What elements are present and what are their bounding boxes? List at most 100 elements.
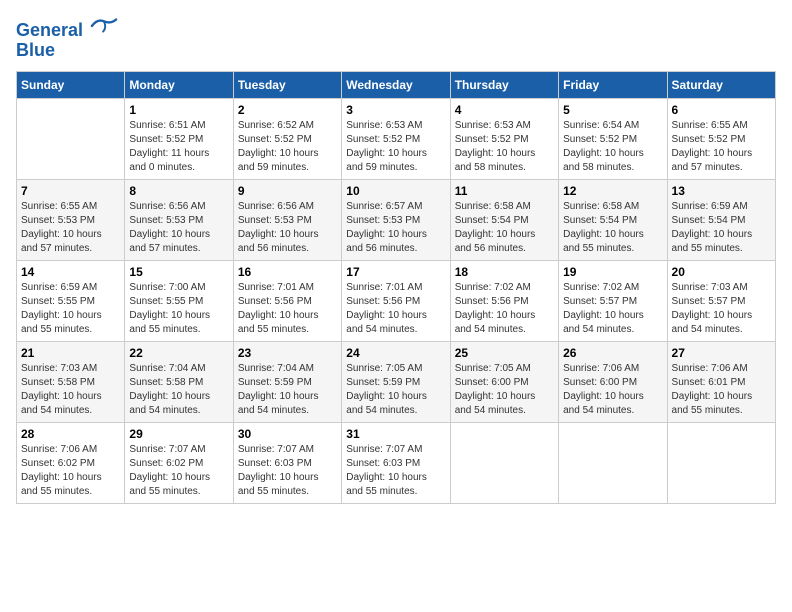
day-number: 4	[455, 103, 554, 117]
day-info: Sunrise: 6:58 AM Sunset: 5:54 PM Dayligh…	[563, 200, 662, 256]
day-info: Sunrise: 7:01 AM Sunset: 5:56 PM Dayligh…	[238, 281, 337, 337]
day-info: Sunrise: 7:02 AM Sunset: 5:56 PM Dayligh…	[455, 281, 554, 337]
calendar-cell: 10 Sunrise: 6:57 AM Sunset: 5:53 PM Dayli…	[342, 179, 450, 260]
day-number: 18	[455, 265, 554, 279]
calendar-cell: 26Sunrise: 7:06 AM Sunset: 6:00 PM Dayli…	[559, 341, 667, 422]
calendar-cell: 7 Sunrise: 6:55 AM Sunset: 5:53 PM Daylig…	[17, 179, 125, 260]
week-row-1: 1 Sunrise: 6:51 AM Sunset: 5:52 PM Daylig…	[17, 98, 776, 179]
week-row-2: 7 Sunrise: 6:55 AM Sunset: 5:53 PM Daylig…	[17, 179, 776, 260]
day-number: 2	[238, 103, 337, 117]
day-number: 9	[238, 184, 337, 198]
calendar-cell: 14Sunrise: 6:59 AM Sunset: 5:55 PM Dayli…	[17, 260, 125, 341]
day-info: Sunrise: 6:59 AM Sunset: 5:54 PM Dayligh…	[672, 200, 771, 256]
day-info: Sunrise: 7:06 AM Sunset: 6:01 PM Dayligh…	[672, 362, 771, 418]
calendar-cell	[17, 98, 125, 179]
day-info: Sunrise: 7:01 AM Sunset: 5:56 PM Dayligh…	[346, 281, 445, 337]
calendar-cell: 22 Sunrise: 7:04 AM Sunset: 5:58 PM Dayli…	[125, 341, 233, 422]
calendar-cell	[559, 422, 667, 503]
logo: General Blue	[16, 16, 118, 61]
calendar-cell: 9 Sunrise: 6:56 AM Sunset: 5:53 PM Daylig…	[233, 179, 341, 260]
weekday-header-saturday: Saturday	[667, 71, 775, 98]
day-info: Sunrise: 7:07 AM Sunset: 6:03 PM Dayligh…	[238, 443, 337, 499]
day-number: 7	[21, 184, 120, 198]
day-info: Sunrise: 6:53 AM Sunset: 5:52 PM Dayligh…	[455, 119, 554, 175]
calendar-cell: 8Sunrise: 6:56 AM Sunset: 5:53 PM Daylig…	[125, 179, 233, 260]
weekday-header-wednesday: Wednesday	[342, 71, 450, 98]
weekday-header-friday: Friday	[559, 71, 667, 98]
week-row-4: 21 Sunrise: 7:03 AM Sunset: 5:58 PM Dayli…	[17, 341, 776, 422]
calendar-cell: 31 Sunrise: 7:07 AM Sunset: 6:03 PM Dayli…	[342, 422, 450, 503]
calendar-cell: 4 Sunrise: 6:53 AM Sunset: 5:52 PM Daylig…	[450, 98, 558, 179]
calendar-cell: 17 Sunrise: 7:01 AM Sunset: 5:56 PM Dayli…	[342, 260, 450, 341]
day-info: Sunrise: 6:55 AM Sunset: 5:53 PM Dayligh…	[21, 200, 120, 256]
day-number: 26	[563, 346, 662, 360]
calendar-cell: 21 Sunrise: 7:03 AM Sunset: 5:58 PM Dayli…	[17, 341, 125, 422]
calendar-cell: 29 Sunrise: 7:07 AM Sunset: 6:02 PM Dayli…	[125, 422, 233, 503]
day-info: Sunrise: 7:03 AM Sunset: 5:58 PM Dayligh…	[21, 362, 120, 418]
day-number: 3	[346, 103, 445, 117]
logo-text: General	[16, 16, 118, 41]
day-number: 31	[346, 427, 445, 441]
calendar-cell	[450, 422, 558, 503]
day-info: Sunrise: 6:57 AM Sunset: 5:53 PM Dayligh…	[346, 200, 445, 256]
day-number: 12	[563, 184, 662, 198]
day-number: 29	[129, 427, 228, 441]
day-number: 16	[238, 265, 337, 279]
day-number: 5	[563, 103, 662, 117]
day-info: Sunrise: 6:59 AM Sunset: 5:55 PM Dayligh…	[21, 281, 120, 337]
day-info: Sunrise: 6:53 AM Sunset: 5:52 PM Dayligh…	[346, 119, 445, 175]
calendar-cell: 28 Sunrise: 7:06 AM Sunset: 6:02 PM Dayli…	[17, 422, 125, 503]
day-info: Sunrise: 7:07 AM Sunset: 6:03 PM Dayligh…	[346, 443, 445, 499]
day-number: 13	[672, 184, 771, 198]
weekday-header-row: SundayMondayTuesdayWednesdayThursdayFrid…	[17, 71, 776, 98]
week-row-5: 28 Sunrise: 7:06 AM Sunset: 6:02 PM Dayli…	[17, 422, 776, 503]
weekday-header-tuesday: Tuesday	[233, 71, 341, 98]
day-number: 23	[238, 346, 337, 360]
day-info: Sunrise: 6:56 AM Sunset: 5:53 PM Dayligh…	[238, 200, 337, 256]
calendar-cell: 6 Sunrise: 6:55 AM Sunset: 5:52 PM Daylig…	[667, 98, 775, 179]
day-number: 6	[672, 103, 771, 117]
day-number: 10	[346, 184, 445, 198]
day-number: 28	[21, 427, 120, 441]
calendar-cell: 2 Sunrise: 6:52 AM Sunset: 5:52 PM Daylig…	[233, 98, 341, 179]
day-info: Sunrise: 6:54 AM Sunset: 5:52 PM Dayligh…	[563, 119, 662, 175]
day-info: Sunrise: 6:52 AM Sunset: 5:52 PM Dayligh…	[238, 119, 337, 175]
logo-general: General	[16, 20, 83, 40]
day-number: 1	[129, 103, 228, 117]
logo-bird-icon	[90, 16, 118, 36]
day-info: Sunrise: 7:03 AM Sunset: 5:57 PM Dayligh…	[672, 281, 771, 337]
calendar-cell: 12 Sunrise: 6:58 AM Sunset: 5:54 PM Dayli…	[559, 179, 667, 260]
calendar-cell: 20 Sunrise: 7:03 AM Sunset: 5:57 PM Dayli…	[667, 260, 775, 341]
calendar-cell: 15Sunrise: 7:00 AM Sunset: 5:55 PM Dayli…	[125, 260, 233, 341]
calendar-cell: 16 Sunrise: 7:01 AM Sunset: 5:56 PM Dayli…	[233, 260, 341, 341]
week-row-3: 14Sunrise: 6:59 AM Sunset: 5:55 PM Dayli…	[17, 260, 776, 341]
calendar-cell: 13 Sunrise: 6:59 AM Sunset: 5:54 PM Dayli…	[667, 179, 775, 260]
weekday-header-sunday: Sunday	[17, 71, 125, 98]
day-info: Sunrise: 6:51 AM Sunset: 5:52 PM Dayligh…	[129, 119, 228, 175]
day-number: 17	[346, 265, 445, 279]
day-number: 22	[129, 346, 228, 360]
day-info: Sunrise: 7:04 AM Sunset: 5:58 PM Dayligh…	[129, 362, 228, 418]
day-info: Sunrise: 7:02 AM Sunset: 5:57 PM Dayligh…	[563, 281, 662, 337]
day-info: Sunrise: 7:04 AM Sunset: 5:59 PM Dayligh…	[238, 362, 337, 418]
calendar-cell: 1 Sunrise: 6:51 AM Sunset: 5:52 PM Daylig…	[125, 98, 233, 179]
calendar-cell	[667, 422, 775, 503]
day-number: 8	[129, 184, 228, 198]
calendar-cell: 30Sunrise: 7:07 AM Sunset: 6:03 PM Dayli…	[233, 422, 341, 503]
day-info: Sunrise: 6:55 AM Sunset: 5:52 PM Dayligh…	[672, 119, 771, 175]
calendar-table: SundayMondayTuesdayWednesdayThursdayFrid…	[16, 71, 776, 504]
day-info: Sunrise: 7:07 AM Sunset: 6:02 PM Dayligh…	[129, 443, 228, 499]
calendar-cell: 3 Sunrise: 6:53 AM Sunset: 5:52 PM Daylig…	[342, 98, 450, 179]
day-info: Sunrise: 7:06 AM Sunset: 6:02 PM Dayligh…	[21, 443, 120, 499]
weekday-header-monday: Monday	[125, 71, 233, 98]
day-info: Sunrise: 6:58 AM Sunset: 5:54 PM Dayligh…	[455, 200, 554, 256]
day-number: 19	[563, 265, 662, 279]
day-number: 27	[672, 346, 771, 360]
header: General Blue	[16, 16, 776, 61]
weekday-header-thursday: Thursday	[450, 71, 558, 98]
calendar-cell: 23 Sunrise: 7:04 AM Sunset: 5:59 PM Dayli…	[233, 341, 341, 422]
day-number: 24	[346, 346, 445, 360]
day-number: 20	[672, 265, 771, 279]
calendar-cell: 11Sunrise: 6:58 AM Sunset: 5:54 PM Dayli…	[450, 179, 558, 260]
day-number: 21	[21, 346, 120, 360]
